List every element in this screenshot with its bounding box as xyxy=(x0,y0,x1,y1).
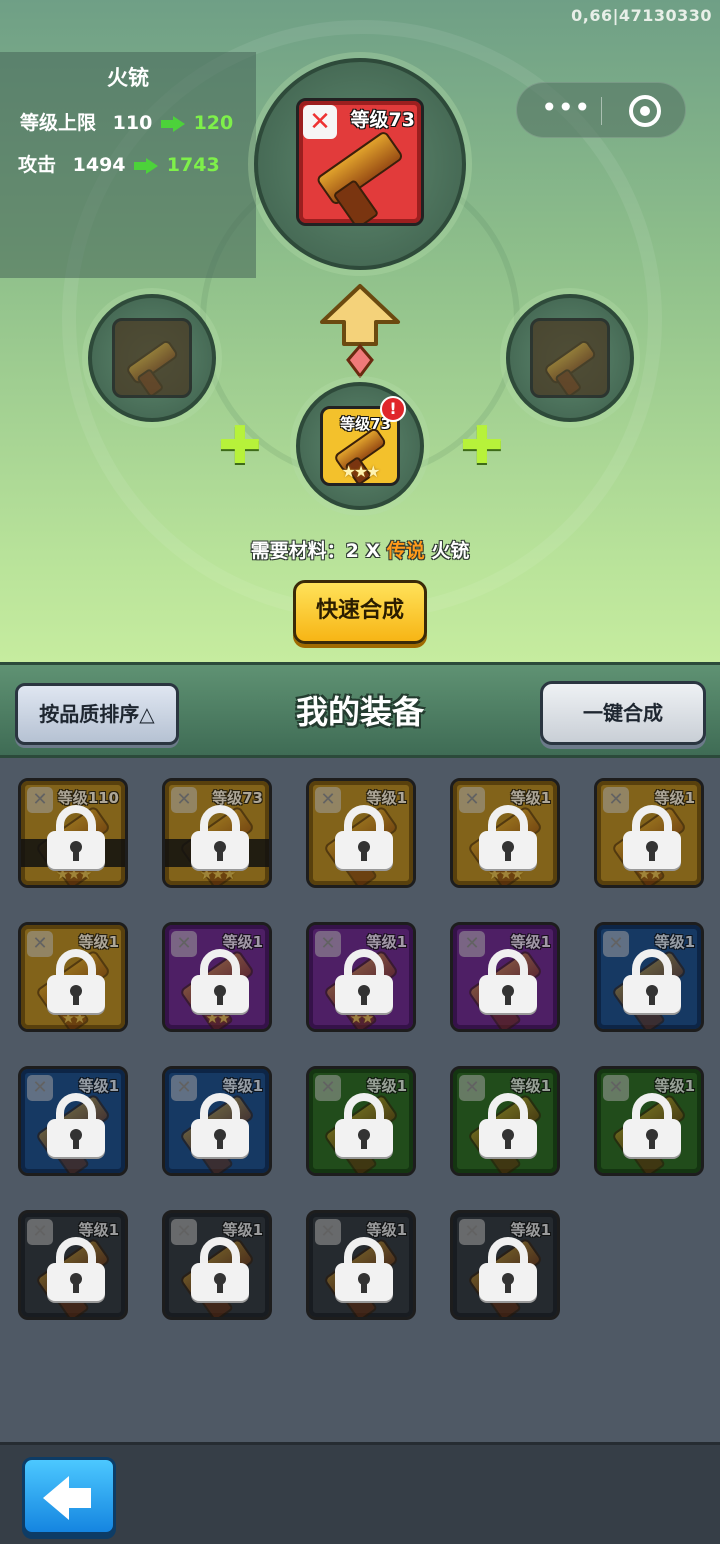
lock-icon xyxy=(191,805,249,869)
lock-icon xyxy=(623,805,681,869)
equipment-item[interactable]: ✕ 等级1 xyxy=(450,922,560,1032)
equipment-item[interactable]: ✕ 等级110 ★★★ xyxy=(18,778,128,888)
weapon-name: 火铳 xyxy=(107,66,149,90)
equipment-item[interactable]: ✕ 等级1 xyxy=(162,1066,272,1176)
attack-next: 1743 xyxy=(166,154,220,176)
game-screen: 0,66|47130330 火铳 等级上限 110 120 攻击 1494 17… xyxy=(0,0,720,1544)
lock-icon xyxy=(335,1237,393,1301)
attack-row: 攻击 1494 1743 xyxy=(18,150,220,177)
equipment-item[interactable]: ✕ 等级1 ★★ xyxy=(306,922,416,1032)
increase-arrow-icon xyxy=(134,157,159,174)
equipment-grid: ✕ 等级110 ★★★ ✕ 等级73 ★★★ ✕ 等级1 ✕ 等级1 ★★★ ✕ 等级1 ★★ ✕ 等级1 ★★… xyxy=(0,758,720,1442)
equipment-item[interactable]: ✕ 等级73 ★★★ xyxy=(162,778,272,888)
plus-icon: ✚ xyxy=(460,416,504,476)
lock-icon xyxy=(335,949,393,1013)
attack-current: 1494 xyxy=(72,154,126,176)
requirement-prefix: 需要材料：2 X xyxy=(250,540,387,562)
equipment-item[interactable]: ✕ 等级1 xyxy=(306,778,416,888)
empty-material-card-left[interactable] xyxy=(112,318,192,398)
more-dots-icon[interactable]: ••• xyxy=(541,94,591,122)
level-cap-label: 等级上限 xyxy=(20,112,97,134)
equipment-item[interactable]: ✕ 等级1 xyxy=(162,1210,272,1320)
equipment-item[interactable]: ✕ 等级1 xyxy=(18,1066,128,1176)
lock-icon xyxy=(47,1093,105,1157)
arrow-up-icon xyxy=(320,284,400,378)
attack-label: 攻击 xyxy=(18,154,57,176)
equipment-item[interactable]: ✕ 等级1 xyxy=(306,1210,416,1320)
bottom-bar xyxy=(0,1442,720,1544)
lock-icon xyxy=(47,805,105,869)
lock-icon xyxy=(335,1093,393,1157)
lock-icon xyxy=(623,949,681,1013)
alert-badge: ! xyxy=(380,396,406,422)
version-text: 0,66|47130330 xyxy=(571,6,712,25)
equipment-item[interactable]: ✕ 等级1 xyxy=(306,1066,416,1176)
equipment-item[interactable]: ✕ 等级1 xyxy=(450,1066,560,1176)
result-item-level: 等级73 xyxy=(350,109,415,131)
requirement-item: 火铳 xyxy=(424,540,470,562)
equipment-item[interactable]: ✕ 等级1 xyxy=(450,1210,560,1320)
plus-icon: ✚ xyxy=(218,416,262,476)
lock-icon xyxy=(191,1093,249,1157)
material-requirement: 需要材料：2 X 传说 火铳 xyxy=(0,536,720,563)
flintlock-gun-icon xyxy=(315,129,405,207)
merge-panel: 0,66|47130330 火铳 等级上限 110 120 攻击 1494 17… xyxy=(0,0,720,662)
back-arrow-icon xyxy=(43,1476,91,1520)
equipment-header: 按品质排序△ 我的装备 一键合成 xyxy=(0,662,720,758)
sword-icon: ✕ xyxy=(303,105,337,139)
capsule-divider xyxy=(601,97,602,125)
lock-icon xyxy=(623,1093,681,1157)
equipment-item[interactable]: ✕ 等级1 ★★ xyxy=(594,778,704,888)
lock-icon xyxy=(47,949,105,1013)
equipment-item[interactable]: ✕ 等级1 xyxy=(594,1066,704,1176)
equipment-item[interactable]: ✕ 等级1 xyxy=(594,922,704,1032)
level-cap-row: 等级上限 110 120 xyxy=(20,108,233,135)
flintlock-gun-icon xyxy=(124,338,180,386)
equipment-item[interactable]: ✕ 等级1 ★★ xyxy=(18,922,128,1032)
lock-icon xyxy=(191,949,249,1013)
equipment-item[interactable]: ✕ 等级1 ★★★ xyxy=(450,778,560,888)
one-click-merge-button[interactable]: 一键合成 xyxy=(540,681,706,745)
lock-icon xyxy=(479,949,537,1013)
equipment-item[interactable]: ✕ 等级1 xyxy=(18,1210,128,1320)
equipment-item[interactable]: ✕ 等级1 ★★ xyxy=(162,922,272,1032)
increase-arrow-icon xyxy=(160,115,185,132)
fast-merge-button[interactable]: 快速合成 xyxy=(293,580,427,644)
weapon-info-panel: 火铳 等级上限 110 120 攻击 1494 1743 xyxy=(0,52,256,278)
miniprogram-capsule: ••• xyxy=(516,82,686,138)
lock-icon xyxy=(47,1237,105,1301)
back-button[interactable] xyxy=(22,1457,116,1535)
target-icon[interactable] xyxy=(629,95,661,127)
lock-icon xyxy=(191,1237,249,1301)
requirement-quality: 传说 xyxy=(386,540,425,562)
result-item-card[interactable]: ✕ 等级73 xyxy=(296,98,424,226)
star-rating: ★★★ xyxy=(341,462,380,481)
lock-icon xyxy=(335,805,393,869)
level-cap-current: 110 xyxy=(112,112,153,134)
lock-icon xyxy=(479,1237,537,1301)
empty-material-card-right[interactable] xyxy=(530,318,610,398)
flintlock-gun-icon xyxy=(542,338,598,386)
lock-icon xyxy=(479,1093,537,1157)
level-cap-next: 120 xyxy=(193,112,234,134)
lock-icon xyxy=(479,805,537,869)
